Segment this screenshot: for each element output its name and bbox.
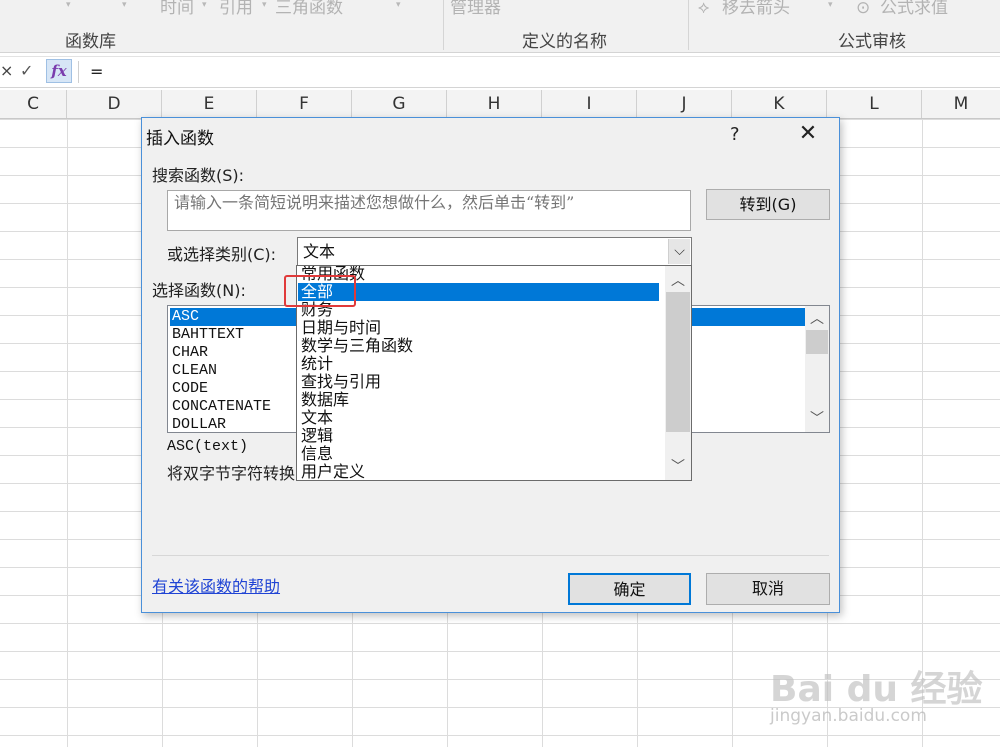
dropdown-option[interactable]: 统计	[298, 355, 333, 373]
dropdown-caret-icon[interactable]: ▾	[122, 0, 127, 10]
column-header[interactable]: C	[0, 90, 67, 118]
column-header[interactable]: K	[732, 90, 827, 118]
dropdown-option-highlighted[interactable]: 全部	[298, 283, 659, 301]
ribbon-lookup-button[interactable]: 引用	[219, 0, 253, 17]
list-item[interactable]: CLEAN	[170, 362, 217, 380]
ribbon-math-button[interactable]: 三角函数	[275, 0, 343, 17]
ok-button[interactable]: 确定	[568, 573, 691, 605]
select-function-label: 选择函数(N):	[152, 281, 246, 300]
enter-check-icon[interactable]: ✓	[20, 58, 33, 84]
dropdown-caret-icon[interactable]: ▾	[66, 0, 71, 10]
baidu-jingyan-watermark: Bai du 经验 jingyan.baidu.com	[770, 640, 990, 730]
close-icon[interactable]: ✕	[796, 121, 820, 147]
scroll-down-icon[interactable]: ﹀	[665, 456, 691, 476]
group-label-formula-auditing: 公式审核	[838, 32, 906, 52]
formula-bar-separator	[78, 61, 79, 83]
dropdown-option[interactable]: 常用函数	[298, 266, 365, 283]
dropdown-caret-icon[interactable]: ▾	[262, 0, 267, 10]
category-selected-value: 文本	[303, 242, 336, 261]
category-select[interactable]: 文本 ⌵	[297, 237, 692, 266]
ribbon: ▾ ▾ 时间 ▾ 引用 ▾ 三角函数 ▾ 管理器 ⟡ 移去箭头 ▾ ⊙ 公式求值…	[0, 0, 1000, 53]
scrollbar-thumb[interactable]	[806, 330, 828, 354]
watermark-brand: Bai du 经验	[770, 669, 983, 710]
dialog-title: 插入函数	[146, 129, 214, 149]
list-item[interactable]: BAHTTEXT	[170, 326, 244, 344]
watermark-url: jingyan.baidu.com	[770, 706, 927, 726]
column-headers: C D E F G H I J K L M	[0, 90, 1000, 119]
column-header[interactable]: M	[922, 90, 1000, 118]
group-label-defined-names: 定义的名称	[522, 32, 607, 52]
ribbon-datetime-button[interactable]: 时间	[160, 0, 194, 17]
group-separator	[443, 0, 444, 50]
formula-input[interactable]: =	[90, 59, 103, 85]
function-list-scrollbar[interactable]: ︿ ﹀	[805, 306, 829, 432]
cancel-button[interactable]: 取消	[706, 573, 830, 605]
dropdown-caret-icon[interactable]: ▾	[396, 0, 401, 10]
list-item[interactable]: CONCATENATE	[170, 398, 271, 416]
function-syntax: ASC(text)	[167, 438, 249, 455]
chevron-down-icon[interactable]: ⌵	[668, 239, 690, 264]
column-header[interactable]: D	[67, 90, 162, 118]
column-header[interactable]: L	[827, 90, 922, 118]
dropdown-option[interactable]: 数据库	[298, 391, 349, 409]
dropdown-option[interactable]: 数学与三角函数	[298, 337, 413, 355]
category-dropdown-list[interactable]: 常用函数 全部 财务 日期与时间 数学与三角函数 统计 查找与引用 数据库 文本…	[296, 265, 692, 481]
column-header[interactable]: E	[162, 90, 257, 118]
column-header[interactable]: H	[447, 90, 542, 118]
remove-arrows-icon: ⟡	[698, 0, 710, 18]
column-header[interactable]: I	[542, 90, 637, 118]
dropdown-caret-icon[interactable]: ▾	[202, 0, 207, 10]
category-label: 或选择类别(C):	[167, 245, 277, 264]
formula-bar: × ✓ fx =	[0, 56, 1000, 88]
ribbon-evaluate-formula-button[interactable]: 公式求值	[880, 0, 948, 17]
column-header[interactable]: F	[257, 90, 352, 118]
dropdown-option[interactable]: 文本	[298, 409, 333, 427]
scroll-up-icon[interactable]: ︿	[805, 308, 829, 328]
column-header[interactable]: J	[637, 90, 732, 118]
function-help-link[interactable]: 有关该函数的帮助	[152, 573, 280, 597]
search-function-label: 搜索函数(S):	[152, 166, 245, 185]
goto-button[interactable]: 转到(G)	[706, 189, 830, 220]
ribbon-name-manager-button[interactable]: 管理器	[450, 0, 501, 17]
scrollbar-thumb[interactable]	[666, 292, 690, 432]
scroll-up-icon[interactable]: ︿	[665, 270, 691, 290]
cancel-icon[interactable]: ×	[0, 58, 13, 84]
evaluate-formula-icon: ⊙	[856, 0, 871, 18]
dropdown-option[interactable]: 财务	[298, 301, 333, 319]
column-header[interactable]: G	[352, 90, 447, 118]
group-label-function-library: 函数库	[65, 32, 116, 52]
dropdown-option[interactable]: 日期与时间	[298, 319, 381, 337]
ribbon-remove-arrows-button[interactable]: 移去箭头	[722, 0, 790, 17]
dropdown-option[interactable]: 信息	[298, 445, 333, 463]
search-function-input[interactable]	[167, 190, 691, 231]
dropdown-option[interactable]: 用户定义	[298, 463, 365, 481]
dropdown-option[interactable]: 逻辑	[298, 427, 333, 445]
help-icon[interactable]: ?	[730, 124, 740, 145]
insert-function-fx-button[interactable]: fx	[46, 59, 72, 83]
list-item[interactable]: DOLLAR	[170, 416, 226, 432]
list-item[interactable]: CHAR	[170, 344, 208, 362]
dropdown-caret-icon[interactable]: ▾	[828, 0, 833, 10]
function-description: 将双字节字符转换	[167, 464, 296, 483]
group-separator	[688, 0, 689, 50]
dropdown-scrollbar[interactable]: ︿ ﹀	[665, 266, 691, 480]
scroll-down-icon[interactable]: ﹀	[805, 408, 829, 428]
dropdown-option[interactable]: 查找与引用	[298, 373, 381, 391]
list-item[interactable]: CODE	[170, 380, 208, 398]
dialog-divider	[152, 555, 829, 556]
